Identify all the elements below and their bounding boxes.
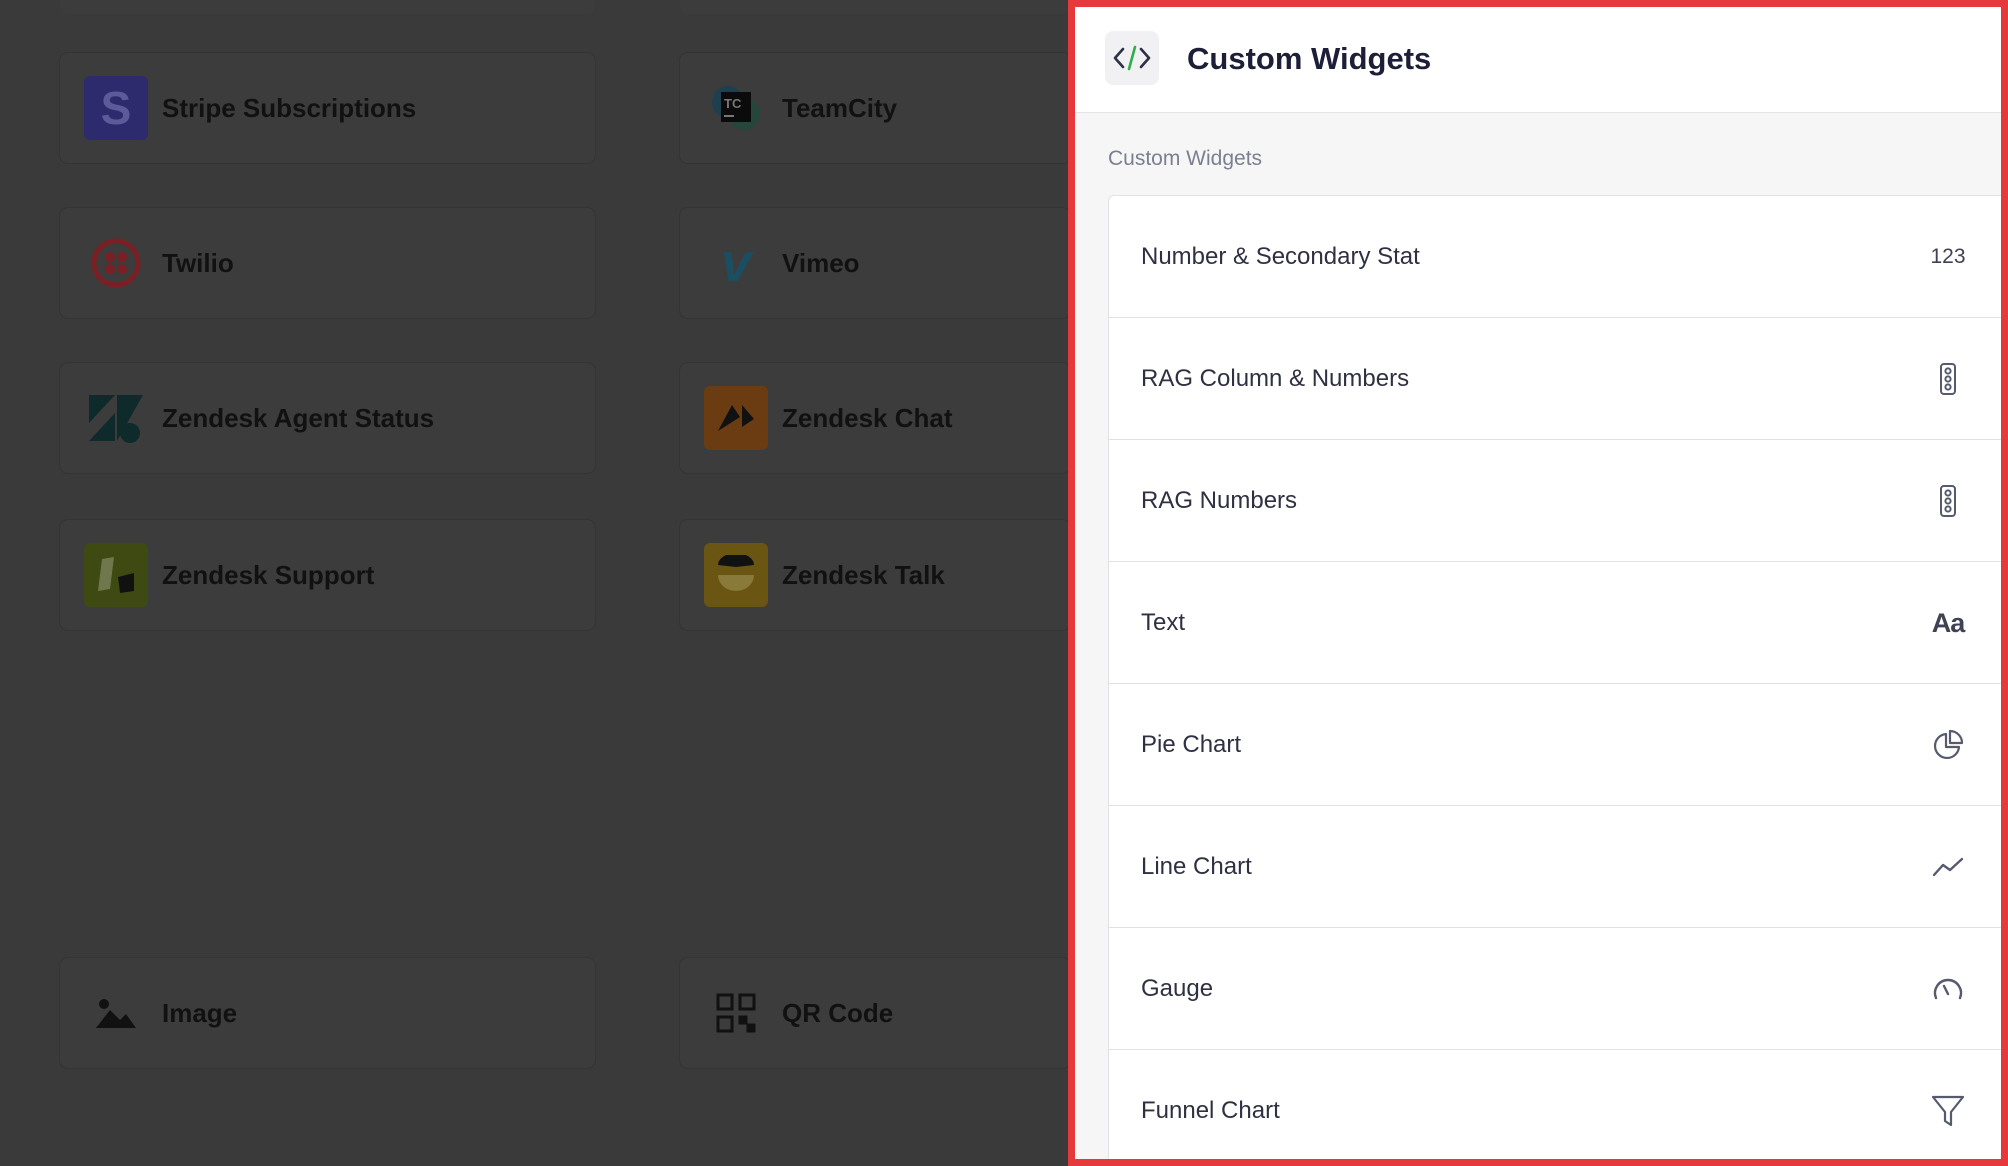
integration-name: Zendesk Agent Status	[162, 403, 435, 433]
widget-item-line-chart[interactable]: Line Chart	[1109, 806, 2001, 928]
zendesk-talk-icon	[704, 543, 768, 607]
pie-chart-icon	[1931, 728, 1965, 762]
stripe-icon: S	[84, 76, 148, 140]
widget-item-text[interactable]: Text Aa	[1109, 562, 2001, 684]
widget-item-gauge[interactable]: Gauge	[1109, 928, 2001, 1050]
widget-item-pie-chart[interactable]: Pie Chart	[1109, 684, 2001, 806]
integration-card-zendesk-chat[interactable]: Zendesk Chat	[680, 363, 1070, 473]
integration-card-teamcity[interactable]: TC TeamCity	[680, 53, 1070, 163]
integration-name: Zendesk Support	[162, 560, 375, 590]
integration-name: Twilio	[162, 248, 234, 278]
widget-label: Text	[1141, 609, 1186, 636]
card-partial-top	[680, 0, 1070, 14]
integration-name: QR Code	[782, 998, 894, 1028]
panel-header: Custom Widgets	[1075, 7, 2001, 113]
zendesk-icon	[84, 386, 148, 450]
number-icon: 123	[1930, 245, 1966, 268]
traffic-light-icon	[1931, 484, 1965, 518]
integration-name: Image	[162, 998, 238, 1028]
funnel-icon	[1931, 1094, 1965, 1128]
widget-label: Funnel Chart	[1141, 1097, 1280, 1124]
traffic-light-icon	[1931, 362, 1965, 396]
integration-card-vimeo[interactable]: v Vimeo	[680, 208, 1070, 318]
widget-label: Gauge	[1141, 975, 1214, 1002]
integrations-background: S Stripe Subscriptions TC TeamCity Twili…	[0, 0, 1070, 1166]
qr-code-icon	[704, 981, 768, 1045]
code-icon	[1105, 31, 1159, 85]
widget-item-funnel-chart[interactable]: Funnel Chart	[1109, 1050, 2001, 1159]
image-icon	[84, 981, 148, 1045]
widget-item-rag-numbers[interactable]: RAG Numbers	[1109, 440, 2001, 562]
line-chart-icon	[1931, 850, 1965, 884]
integration-card-image[interactable]: Image	[60, 958, 595, 1068]
integration-card-zendesk-agent-status[interactable]: Zendesk Agent Status	[60, 363, 595, 473]
integration-card-zendesk-support[interactable]: Zendesk Support	[60, 520, 595, 630]
integration-name: Zendesk Talk	[782, 560, 945, 590]
svg-text:TC: TC	[724, 96, 742, 111]
teamcity-icon: TC	[704, 76, 768, 140]
widget-label: Pie Chart	[1141, 731, 1242, 758]
integration-name: Vimeo	[782, 248, 860, 278]
widget-label: Line Chart	[1141, 853, 1252, 880]
twilio-icon	[84, 231, 148, 295]
panel-title: Custom Widgets	[1187, 41, 1432, 76]
zendesk-chat-icon	[704, 386, 768, 450]
widget-label: RAG Numbers	[1141, 487, 1298, 514]
integration-name: TeamCity	[782, 93, 898, 123]
integration-card-qr-code[interactable]: QR Code	[680, 958, 1070, 1068]
vimeo-icon: v	[720, 233, 752, 293]
gauge-icon	[1931, 972, 1965, 1006]
integration-card-zendesk-talk[interactable]: Zendesk Talk	[680, 520, 1070, 630]
integration-card-stripe-subscriptions[interactable]: S Stripe Subscriptions	[60, 53, 595, 163]
integration-name: Stripe Subscriptions	[162, 93, 417, 123]
custom-widgets-panel: Custom Widgets Custom Widgets Number & S…	[1068, 0, 2008, 1166]
widget-label: RAG Column & Numbers	[1141, 365, 1410, 392]
widget-item-number-secondary-stat[interactable]: Number & Secondary Stat 123	[1109, 196, 2001, 318]
widget-label: Number & Secondary Stat	[1141, 243, 1420, 270]
widget-list: Number & Secondary Stat 123 RAG Column &…	[1108, 195, 2001, 1159]
zendesk-support-icon	[84, 543, 148, 607]
integration-card-twilio[interactable]: Twilio	[60, 208, 595, 318]
section-label: Custom Widgets	[1108, 147, 1263, 170]
integration-name: Zendesk Chat	[782, 403, 953, 433]
card-partial-top	[60, 0, 595, 14]
widget-item-rag-column-numbers[interactable]: RAG Column & Numbers	[1109, 318, 2001, 440]
text-icon: Aa	[1931, 607, 1966, 638]
